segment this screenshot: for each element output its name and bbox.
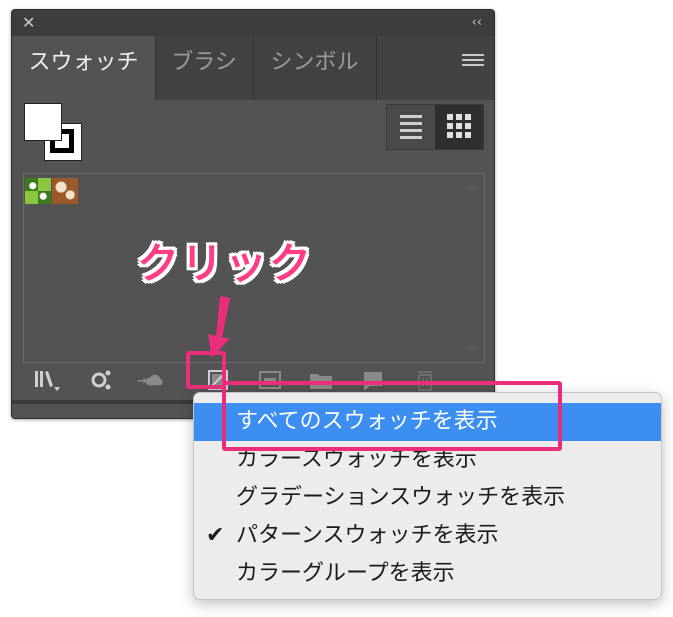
swatch-libraries-icon[interactable]: [32, 367, 62, 393]
menu-highlight-annotation: [222, 381, 562, 451]
view-toggle: [386, 104, 484, 150]
menu-item-label: カラーグループを表示: [236, 561, 455, 586]
swatches-panel: ✕ ‹‹ スウォッチ ブラシ シンボル ︿ ﹀: [11, 9, 495, 419]
close-icon[interactable]: ✕: [22, 13, 35, 33]
pattern-swatch[interactable]: [25, 178, 51, 204]
menu-item-show-color-groups[interactable]: カラーグループを表示: [194, 555, 661, 593]
tab-symbols[interactable]: シンボル: [253, 36, 377, 100]
grid-view-icon[interactable]: [435, 105, 483, 149]
click-callout: クリック: [137, 239, 314, 288]
fill-swatch[interactable]: [24, 103, 62, 141]
tab-brushes[interactable]: ブラシ: [155, 36, 254, 100]
tab-swatches[interactable]: スウォッチ: [12, 36, 156, 100]
collapse-icon[interactable]: ‹‹: [472, 13, 482, 33]
menu-item-label: グラデーションスウォッチを表示: [236, 485, 566, 510]
pattern-swatch[interactable]: [52, 178, 78, 204]
add-to-library-icon[interactable]: [86, 367, 116, 393]
list-view-icon[interactable]: [387, 105, 435, 149]
menu-item-show-gradient[interactable]: グラデーションスウォッチを表示: [194, 479, 661, 517]
hamburger-icon[interactable]: [462, 54, 484, 70]
menu-item-show-pattern[interactable]: ✔ パターンスウォッチを表示: [194, 517, 661, 555]
panel-tabs: スウォッチ ブラシ シンボル: [12, 36, 494, 100]
scroll-up-icon[interactable]: ︿: [466, 176, 478, 193]
panel-titlebar: ✕ ‹‹: [12, 10, 494, 36]
checkmark-icon: ✔: [206, 523, 225, 548]
scroll-down-icon[interactable]: ﹀: [466, 343, 478, 360]
cloud-sync-icon[interactable]: [136, 367, 176, 393]
arrow-annotation: [208, 296, 230, 358]
menu-item-label: パターンスウォッチを表示: [236, 523, 499, 548]
